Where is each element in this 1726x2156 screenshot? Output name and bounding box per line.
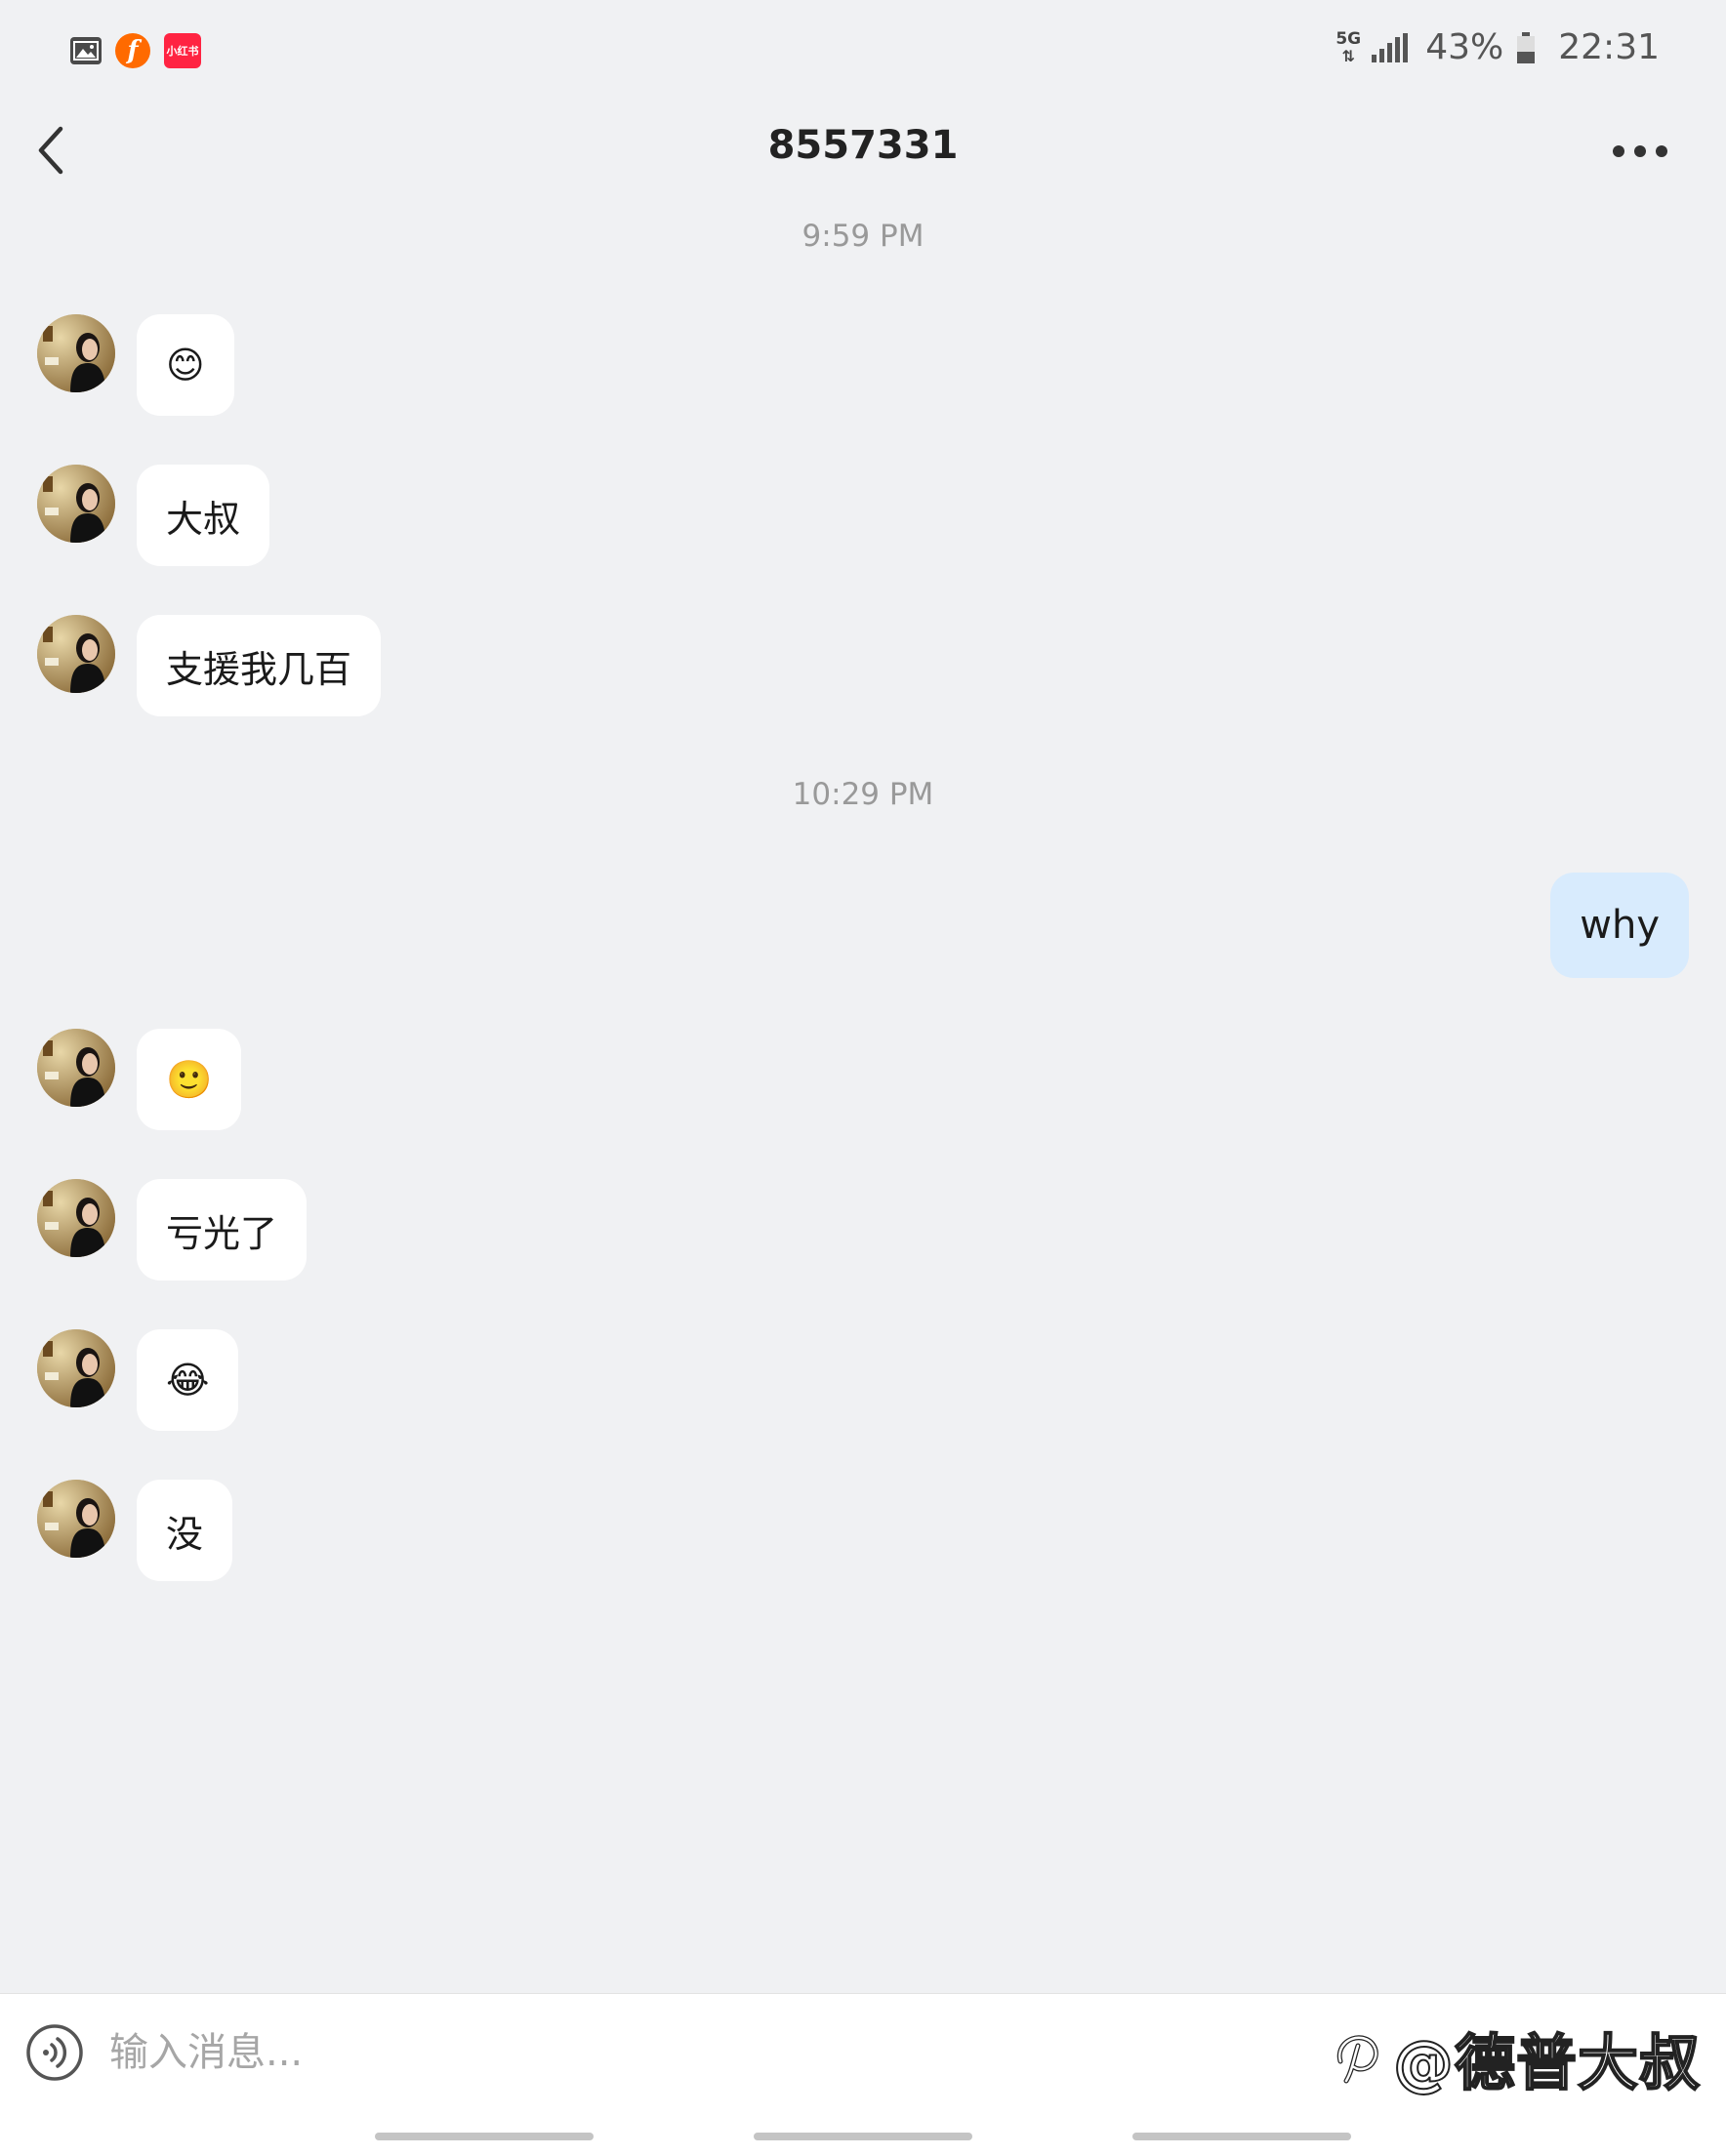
message-row: 支援我几百 xyxy=(0,615,1726,716)
battery-percent: 43% xyxy=(1425,27,1504,67)
message-bubble-outgoing[interactable]: why xyxy=(1550,873,1689,978)
clock: 22:31 xyxy=(1558,27,1660,67)
more-options-button[interactable] xyxy=(1601,127,1679,176)
gesture-hint xyxy=(754,2133,972,2140)
battery-icon xyxy=(1517,31,1536,63)
message-text: why xyxy=(1580,903,1660,948)
contact-avatar[interactable] xyxy=(37,465,115,543)
toutiao-icon: f xyxy=(115,33,150,68)
message-text: 亏光了 xyxy=(166,1211,278,1255)
message-row: 😂 xyxy=(0,1329,1726,1431)
toutiao-logo-icon xyxy=(1336,2035,1378,2084)
message-row: why xyxy=(0,873,1726,978)
contact-avatar[interactable] xyxy=(37,615,115,693)
network-type-icon: 5G ⇅ xyxy=(1336,28,1362,65)
composer-bar: @德普大叔 xyxy=(0,1993,1726,2156)
notification-icons: f 小红书 xyxy=(70,33,201,68)
message-bubble-incoming[interactable]: 😊 xyxy=(137,314,234,416)
dot-icon xyxy=(1634,145,1646,157)
message-text: 大叔 xyxy=(166,497,241,541)
message-bubble-incoming[interactable]: 支援我几百 xyxy=(137,615,382,716)
message-text: 支援我几百 xyxy=(166,647,352,691)
contact-avatar[interactable] xyxy=(37,1480,115,1558)
voice-input-button[interactable] xyxy=(25,2023,84,2082)
smiling-face-emoji: 😊 xyxy=(166,344,205,386)
contact-avatar[interactable] xyxy=(37,1029,115,1107)
message-row: 😊 xyxy=(0,314,1726,416)
message-bubble-incoming[interactable]: 大叔 xyxy=(137,465,270,566)
contact-avatar[interactable] xyxy=(37,1179,115,1257)
message-row: 大叔 xyxy=(0,465,1726,566)
message-row: 🙂 xyxy=(0,1029,1726,1130)
xiaohongshu-icon: 小红书 xyxy=(164,33,201,68)
dot-icon xyxy=(1656,145,1667,157)
message-text: 没 xyxy=(166,1512,204,1556)
gesture-hint xyxy=(1132,2133,1351,2140)
signal-strength-icon xyxy=(1372,32,1409,62)
slightly-smiling-face-emoji: 🙂 xyxy=(166,1057,213,1101)
message-bubble-incoming[interactable]: 🙂 xyxy=(137,1029,242,1130)
watermark-text: @德普大叔 xyxy=(1392,2026,1701,2099)
message-bubble-incoming[interactable]: 😂 xyxy=(137,1329,239,1431)
message-list[interactable]: 9:59 PM 😊 大叔 支援我几百 10:29 PM why 🙂 亏光了 😂 … xyxy=(0,199,1726,1993)
gesture-hint xyxy=(375,2133,594,2140)
message-row: 没 xyxy=(0,1480,1726,1581)
timestamp: 9:59 PM xyxy=(801,219,925,254)
voice-icon xyxy=(26,2024,83,2081)
chat-header: 8557331 xyxy=(0,102,1726,199)
tears-of-joy-emoji: 😂 xyxy=(166,1359,210,1402)
system-status: 5G ⇅ 43% 22:31 xyxy=(1335,27,1660,67)
timestamp: 10:29 PM xyxy=(792,777,934,812)
message-input[interactable] xyxy=(109,2014,1281,2092)
contact-avatar[interactable] xyxy=(37,1329,115,1407)
watermark: @德普大叔 xyxy=(1331,2014,1701,2101)
message-bubble-incoming[interactable]: 亏光了 xyxy=(137,1179,308,1281)
message-bubble-incoming[interactable]: 没 xyxy=(137,1480,233,1581)
message-row: 亏光了 xyxy=(0,1179,1726,1281)
page-title: 8557331 xyxy=(767,123,959,168)
dot-icon xyxy=(1613,145,1624,157)
status-bar: f 小红书 5G ⇅ 43% 22:31 xyxy=(0,0,1726,102)
contact-avatar[interactable] xyxy=(37,314,115,392)
gallery-icon xyxy=(70,37,102,64)
